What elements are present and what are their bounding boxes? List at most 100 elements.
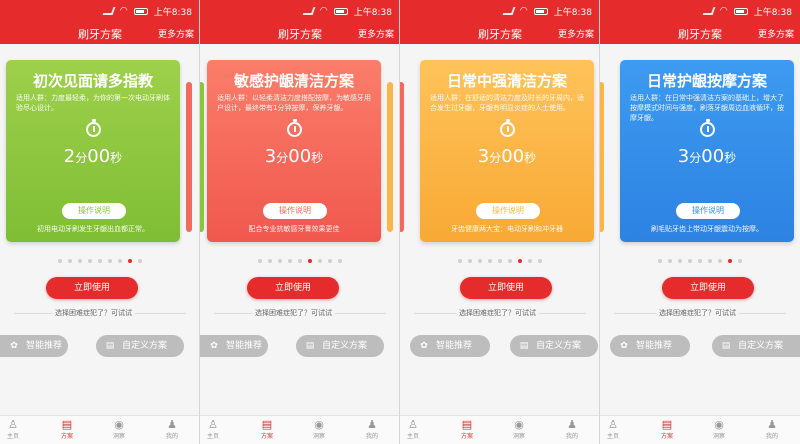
- previous-card-edge[interactable]: [200, 82, 204, 232]
- signal-icon: [702, 7, 716, 15]
- tab-plan[interactable]: ▤ 方案: [252, 418, 282, 440]
- smart-recommend-button[interactable]: ✿ 智能推荐: [610, 335, 690, 357]
- carousel-dot[interactable]: [478, 259, 482, 263]
- custom-plan-button[interactable]: ▤ 自定义方案: [712, 335, 800, 357]
- carousel-dot[interactable]: [538, 259, 542, 263]
- tab-home[interactable]: ♙ 主页: [400, 418, 428, 440]
- carousel-dot[interactable]: [688, 259, 692, 263]
- custom-plan-label: 自定义方案: [536, 341, 582, 351]
- plan-icon: ▤: [461, 418, 473, 431]
- carousel-dot[interactable]: [488, 259, 492, 263]
- carousel-dot[interactable]: [508, 259, 512, 263]
- gear-icon: ✿: [10, 341, 18, 351]
- next-card-edge[interactable]: [387, 82, 393, 232]
- carousel-dot[interactable]: [668, 259, 672, 263]
- previous-card-edge[interactable]: [600, 82, 604, 232]
- seconds-unit: 秒: [110, 151, 123, 165]
- carousel-dot[interactable]: [68, 259, 72, 263]
- tab-plan[interactable]: ▤ 方案: [652, 418, 682, 440]
- tab-home[interactable]: ♙ 主页: [600, 418, 628, 440]
- carousel-dot[interactable]: [708, 259, 712, 263]
- carousel-dot[interactable]: [98, 259, 102, 263]
- more-plans-link[interactable]: 更多方案: [558, 27, 594, 40]
- tab-insight[interactable]: ◉ 洞察: [304, 418, 334, 440]
- use-now-button[interactable]: 立即使用: [460, 277, 552, 299]
- carousel-dot[interactable]: [498, 259, 502, 263]
- carousel-dot[interactable]: [308, 259, 312, 263]
- carousel-dot[interactable]: [718, 259, 722, 263]
- tab-plan[interactable]: ▤ 方案: [452, 418, 482, 440]
- nav-bar: 刷牙方案 更多方案: [200, 22, 399, 44]
- carousel-dot[interactable]: [728, 259, 732, 263]
- screenshot-strip: ◠ 上午8:38 刷牙方案 更多方案 初次见面请多指教 适用人群：力度最轻柔，为…: [0, 0, 800, 444]
- carousel-dot[interactable]: [268, 259, 272, 263]
- plan-card[interactable]: 日常护龈按摩方案 适用人群：在日常中强清洁方案的基础上，增大了按摩模式时间与强度…: [620, 60, 794, 242]
- more-plans-link[interactable]: 更多方案: [758, 27, 794, 40]
- carousel-dot[interactable]: [318, 259, 322, 263]
- plan-duration: 3分00秒: [207, 146, 381, 167]
- tab-home-label: 主页: [406, 433, 419, 440]
- carousel-dot[interactable]: [518, 259, 522, 263]
- carousel-dot[interactable]: [118, 259, 122, 263]
- instructions-button[interactable]: 操作说明: [263, 203, 327, 219]
- custom-plan-button[interactable]: ▤ 自定义方案: [510, 335, 598, 357]
- carousel-dot[interactable]: [58, 259, 62, 263]
- hint-text: 选择困难症犯了？可试试: [656, 308, 739, 318]
- smart-recommend-button[interactable]: ✿ 智能推荐: [200, 335, 268, 357]
- use-now-button[interactable]: 立即使用: [662, 277, 754, 299]
- plan-card[interactable]: 日常中强清洁方案 适用人群：在舒适的清洁力度及时长的牙周内，适合发生过牙龈，牙龈…: [420, 60, 594, 242]
- tab-insight[interactable]: ◉ 洞察: [104, 418, 134, 440]
- stopwatch-icon: [86, 119, 101, 137]
- tab-insight[interactable]: ◉ 洞察: [504, 418, 534, 440]
- eye-icon: ◉: [714, 418, 724, 431]
- custom-plan-button[interactable]: ▤ 自定义方案: [296, 335, 384, 357]
- smart-recommend-button[interactable]: ✿ 智能推荐: [410, 335, 490, 357]
- gear-icon: ✿: [420, 341, 428, 351]
- carousel-dot[interactable]: [338, 259, 342, 263]
- tab-mine[interactable]: ♟ 我的: [757, 418, 787, 440]
- carousel-dot[interactable]: [278, 259, 282, 263]
- carousel-dot[interactable]: [88, 259, 92, 263]
- carousel-dot[interactable]: [658, 259, 662, 263]
- carousel-dot[interactable]: [78, 259, 82, 263]
- carousel-dot[interactable]: [288, 259, 292, 263]
- tooth-icon: ♙: [608, 418, 618, 431]
- carousel-dot[interactable]: [458, 259, 462, 263]
- tab-mine[interactable]: ♟ 我的: [357, 418, 387, 440]
- status-time: 上午8:38: [753, 7, 792, 18]
- next-card-edge[interactable]: [186, 82, 192, 232]
- carousel-dot[interactable]: [468, 259, 472, 263]
- tab-mine[interactable]: ♟ 我的: [157, 418, 187, 440]
- smart-recommend-button[interactable]: ✿ 智能推荐: [0, 335, 68, 357]
- previous-card-edge[interactable]: [400, 82, 404, 232]
- use-now-button[interactable]: 立即使用: [247, 277, 339, 299]
- tab-home[interactable]: ♙ 主页: [0, 418, 28, 440]
- tab-mine[interactable]: ♟ 我的: [557, 418, 587, 440]
- carousel-dot[interactable]: [298, 259, 302, 263]
- instructions-button[interactable]: 操作说明: [476, 203, 540, 219]
- tab-home[interactable]: ♙ 主页: [200, 418, 228, 440]
- plan-duration: 3分00秒: [420, 146, 594, 167]
- carousel-dot[interactable]: [528, 259, 532, 263]
- use-now-button[interactable]: 立即使用: [46, 277, 138, 299]
- plan-card[interactable]: 敏感护龈清洁方案 适用人群：以轻柔清洁力度搭配按摩，为敏感牙用户设计，最终带有1…: [207, 60, 381, 242]
- more-plans-link[interactable]: 更多方案: [158, 27, 194, 40]
- carousel-dot[interactable]: [108, 259, 112, 263]
- tab-plan[interactable]: ▤ 方案: [52, 418, 82, 440]
- carousel-dot[interactable]: [258, 259, 262, 263]
- carousel-dot[interactable]: [328, 259, 332, 263]
- phone-screen: ◠ 上午8:38 刷牙方案 更多方案 初次见面请多指教 适用人群：力度最轻柔，为…: [0, 0, 200, 444]
- carousel-dot[interactable]: [738, 259, 742, 263]
- battery-icon: [133, 7, 148, 15]
- carousel-dot[interactable]: [698, 259, 702, 263]
- instructions-button[interactable]: 操作说明: [62, 203, 126, 219]
- plan-card[interactable]: 初次见面请多指教 适用人群：力度最轻柔，为你的第一次电动牙刷体验尽心设计。 2分…: [6, 60, 180, 242]
- custom-plan-button[interactable]: ▤ 自定义方案: [96, 335, 184, 357]
- carousel-dot[interactable]: [678, 259, 682, 263]
- hint-text: 选择困难症犯了？可试试: [456, 308, 539, 318]
- more-plans-link[interactable]: 更多方案: [358, 27, 394, 40]
- instructions-button[interactable]: 操作说明: [676, 203, 740, 219]
- carousel-dot[interactable]: [128, 259, 132, 263]
- carousel-dot[interactable]: [138, 259, 142, 263]
- tab-insight[interactable]: ◉ 洞察: [704, 418, 734, 440]
